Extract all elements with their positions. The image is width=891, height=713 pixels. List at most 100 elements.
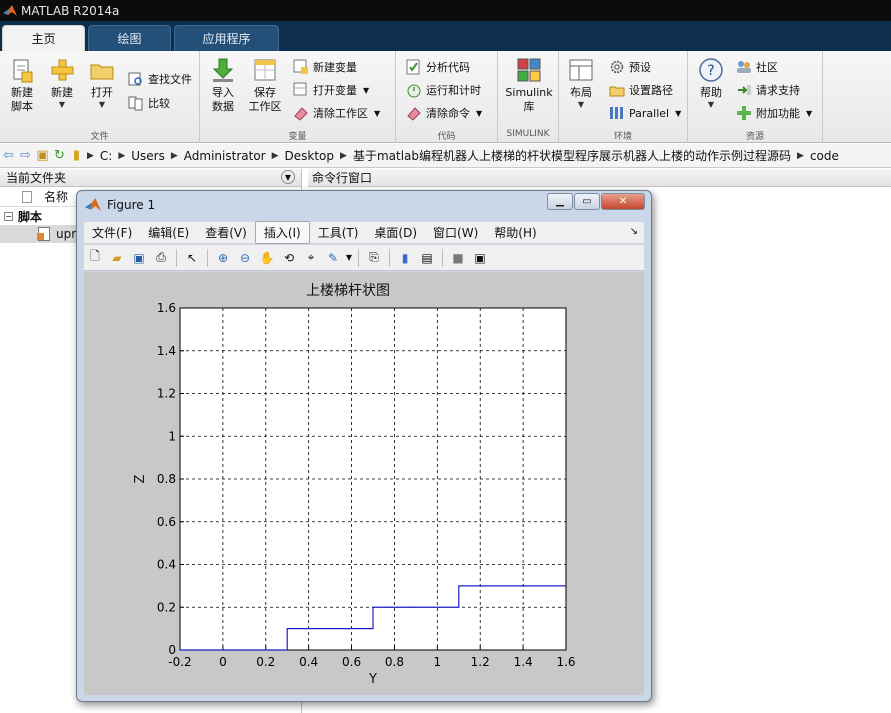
panel-menu-icon[interactable]: ▼	[281, 170, 295, 184]
plot-svg[interactable]: 上楼梯杆状图 -0.2 0 0.2 0.4 0.6 0.8 1 1.2 1.4 1.600.20.…	[84, 272, 644, 695]
simulink-library-label: Simulink 库	[505, 86, 553, 113]
find-files-label: 查找文件	[148, 73, 192, 86]
crumb-project[interactable]: 基于matlab编程机器人上楼梯的杆状模型程序展示机器人上楼的动作示例过程源码	[353, 147, 791, 164]
menu-help[interactable]: 帮助(H)	[486, 222, 544, 243]
menu-view[interactable]: 查看(V)	[197, 222, 255, 243]
show-plot-tools-icon[interactable]: ▣	[469, 248, 491, 268]
code-group-label: 代码	[437, 132, 456, 142]
y-tick-label: 1.4	[157, 344, 176, 358]
edit-plot-arrow-icon[interactable]: ↖	[181, 248, 203, 268]
colorbar-icon[interactable]: ▮	[394, 248, 416, 268]
add-ons-label: 附加功能	[756, 107, 800, 120]
menu-desktop[interactable]: 桌面(D)	[366, 222, 425, 243]
save-workspace-label: 保存 工作区	[248, 86, 282, 113]
save-workspace-icon	[254, 59, 276, 81]
toolbar-separator	[176, 248, 177, 267]
menu-file[interactable]: 文件(F)	[84, 222, 140, 243]
request-support-button[interactable]: 请求支持	[736, 80, 800, 100]
command-window-title: 命令行窗口	[312, 171, 373, 185]
environment-group: 布局 ▼ 预设 设置路径 Parallel ▼ 环境	[559, 51, 688, 143]
x-tick-label: 1.2	[471, 655, 490, 669]
up-folder-icon[interactable]: ▣	[34, 148, 51, 163]
path-separator: ▶	[797, 150, 804, 161]
help-button[interactable]: ? 帮助 ▼	[696, 57, 726, 109]
menu-insert[interactable]: 插入(I)	[254, 221, 310, 244]
compare-button[interactable]: 比较	[128, 93, 170, 113]
crumb-users[interactable]: Users	[131, 149, 165, 163]
layout-button[interactable]: 布局 ▼	[566, 57, 596, 109]
hide-plot-tools-icon[interactable]: ■	[447, 248, 469, 268]
run-and-time-label: 运行和计时	[426, 84, 481, 97]
toolbar-separator	[358, 248, 359, 267]
menu-edit[interactable]: 编辑(E)	[140, 222, 197, 243]
set-path-button[interactable]: 设置路径	[609, 80, 673, 100]
file-column-icon	[22, 190, 32, 203]
rotate-3d-icon[interactable]: ⟲	[278, 248, 300, 268]
collapse-icon[interactable]: −	[4, 211, 13, 221]
simulink-group-label: SIMULINK	[506, 129, 550, 139]
back-arrow-icon[interactable]: ⇦	[0, 148, 17, 163]
request-support-label: 请求支持	[756, 84, 800, 97]
crumb-drive[interactable]: C:	[100, 149, 112, 163]
y-tick-label: 1	[168, 429, 176, 443]
analyze-code-button[interactable]: 分析代码	[406, 57, 470, 77]
import-data-button[interactable]: 导入 数据	[208, 57, 238, 114]
add-ons-button[interactable]: 附加功能 ▼	[736, 103, 812, 123]
minimize-button[interactable]: ▁	[547, 193, 573, 210]
simulink-icon	[517, 58, 541, 82]
open-file-icon[interactable]: ▰	[106, 248, 128, 268]
menubar-dock-icon[interactable]: ↘	[630, 226, 638, 237]
chevron-down-icon[interactable]: ▼	[344, 248, 354, 268]
link-plot-icon[interactable]: ⎘	[363, 248, 385, 268]
community-button[interactable]: 社区	[736, 57, 778, 77]
legend-icon[interactable]: ▤	[416, 248, 438, 268]
environment-group-label: 环境	[613, 132, 632, 142]
layout-icon	[569, 59, 593, 81]
print-icon[interactable]: ⎙	[150, 248, 172, 268]
new-figure-icon[interactable]: 🗋	[84, 248, 106, 268]
menu-tools[interactable]: 工具(T)	[310, 222, 367, 243]
find-files-icon	[128, 72, 142, 86]
menu-window[interactable]: 窗口(W)	[425, 222, 486, 243]
zoom-in-icon[interactable]: ⊕	[212, 248, 234, 268]
browse-folder-icon[interactable]: ↻	[51, 148, 68, 163]
preferences-button[interactable]: 预设	[609, 57, 651, 77]
help-icon: ?	[699, 58, 723, 82]
save-figure-icon[interactable]: ▣	[128, 248, 150, 268]
new-variable-icon	[293, 59, 308, 74]
tab-home[interactable]: 主页	[2, 25, 85, 51]
pan-hand-icon[interactable]: ✋	[256, 248, 278, 268]
brush-icon[interactable]: ✎	[322, 248, 344, 268]
crumb-code[interactable]: code	[810, 149, 839, 163]
x-tick-label: 1	[434, 655, 442, 669]
matlab-logo-icon	[85, 198, 101, 211]
crumb-user[interactable]: Administrator	[184, 149, 266, 163]
tab-plots[interactable]: 绘图	[88, 25, 171, 51]
new-script-button[interactable]: 新建 脚本	[5, 57, 39, 114]
address-bar: ⇦ ⇨ ▣ ↻ ▮ ▶ C: ▶ Users ▶ Administrator ▶…	[0, 144, 891, 168]
open-button[interactable]: 打开 ▼	[85, 57, 119, 109]
simulink-library-button[interactable]: Simulink 库	[504, 57, 554, 114]
data-cursor-icon[interactable]: ⌖	[300, 248, 322, 268]
compare-label: 比较	[148, 97, 170, 110]
crumb-desktop[interactable]: Desktop	[285, 149, 335, 163]
clear-workspace-button[interactable]: 清除工作区 ▼	[293, 103, 380, 123]
find-files-button[interactable]: 查找文件	[128, 69, 192, 89]
run-and-time-button[interactable]: 运行和计时	[406, 80, 481, 100]
title-bar: MATLAB R2014a	[0, 0, 891, 21]
chevron-down-icon: ▼	[98, 100, 106, 109]
parallel-button[interactable]: Parallel ▼	[609, 103, 681, 123]
open-variable-button[interactable]: 打开变量 ▼	[293, 80, 369, 100]
tab-apps[interactable]: 应用程序	[174, 25, 279, 51]
new-button[interactable]: 新建 ▼	[45, 57, 79, 109]
zoom-out-icon[interactable]: ⊖	[234, 248, 256, 268]
save-workspace-button[interactable]: 保存 工作区	[246, 57, 284, 114]
forward-arrow-icon[interactable]: ⇨	[17, 148, 34, 163]
new-variable-button[interactable]: 新建变量	[293, 57, 357, 77]
app-title: MATLAB R2014a	[21, 3, 120, 18]
scripts-group-label: 脚本	[18, 209, 43, 224]
analyze-code-icon	[406, 59, 420, 75]
clear-commands-button[interactable]: 清除命令 ▼	[406, 103, 482, 123]
maximize-button[interactable]: ▭	[574, 193, 600, 210]
close-button[interactable]: ✕	[601, 193, 645, 210]
